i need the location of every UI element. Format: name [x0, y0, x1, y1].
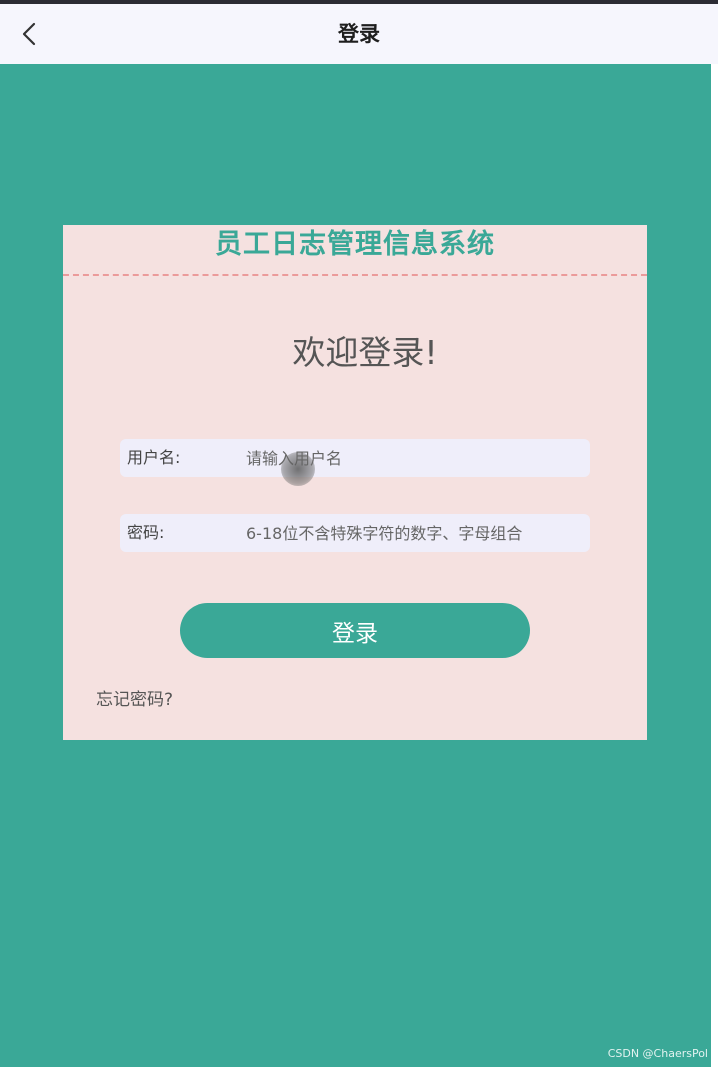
login-card: 员工日志管理信息系统 欢迎登录! 用户名: 密码: 登录 忘记密码?	[63, 225, 647, 740]
title-divider	[63, 274, 647, 276]
password-label: 密码:	[127, 523, 165, 542]
right-edge-bar	[711, 64, 718, 1067]
page-title: 登录	[338, 22, 380, 46]
navbar: 登录	[0, 4, 718, 64]
username-input[interactable]	[240, 439, 588, 477]
watermark: CSDN @ChaersPol	[607, 1047, 708, 1060]
username-label: 用户名:	[127, 448, 181, 467]
login-button[interactable]: 登录	[180, 603, 530, 658]
password-input[interactable]	[240, 514, 588, 552]
welcome-heading: 欢迎登录!	[292, 333, 438, 372]
password-row: 密码:	[120, 514, 590, 552]
system-title: 员工日志管理信息系统	[215, 229, 495, 260]
forgot-password-link[interactable]: 忘记密码?	[96, 687, 173, 713]
username-row: 用户名:	[120, 439, 590, 477]
